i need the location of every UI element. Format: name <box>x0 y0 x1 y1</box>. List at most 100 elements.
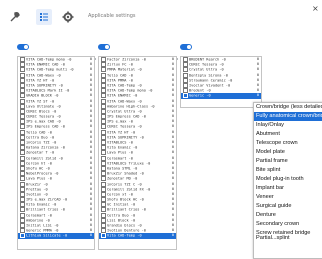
close-icon[interactable]: × <box>312 4 319 13</box>
list-item-label: Celtra Duo -0 <box>26 135 55 140</box>
list-item-label: VITA CAD-Waxx -0 <box>26 73 61 78</box>
list-item-label: Cercon xt -0 <box>107 192 133 197</box>
panel-3-more-icon[interactable] <box>254 45 266 60</box>
dropdown-option[interactable]: Model plug-in tooth <box>254 175 322 184</box>
list-item[interactable]: Vita CAD-Temp -0 0 <box>99 233 176 239</box>
list-item-label: VITA YZ ST -0 <box>26 99 55 103</box>
list-item-label: Cercon ht -0 <box>26 161 52 166</box>
list-item-label: VITABLOCS -0 <box>107 140 133 145</box>
list-item-label: CEREC Blocs -0 <box>26 109 57 114</box>
page-title: Applicable settings <box>88 13 136 19</box>
dropdown-option[interactable]: Fully anatomical crown/bridge <box>254 112 322 121</box>
list-item-label: Dentsply Sirona -0 <box>189 73 228 78</box>
list-item-label: VITA YZ HT -0 <box>26 78 55 83</box>
list-item-label: CEREC Tessera -0 <box>107 124 142 129</box>
dropdown-option[interactable]: Inlay/Onlay <box>254 121 322 130</box>
list-item-label: Generic PMMA -0 <box>26 228 59 233</box>
list-item-label: IPS e.max CAD -0 <box>26 119 61 124</box>
list-item-label: VITA PMMA -0 <box>107 78 133 83</box>
list-item-label: VITA YZ HT -0 <box>107 130 136 135</box>
list-item-label: Telio CAD -0 <box>107 73 133 78</box>
list-item-label: Zirlux FC -0 <box>107 62 133 67</box>
restoration-type-dropdown[interactable]: Crown/bridge (less detailed) Fully anatom… <box>253 102 322 259</box>
list-item-label: Cerasmart -0 <box>26 213 52 218</box>
list-item-label: Straumann Ceramic -0 <box>189 78 233 83</box>
list-item-label: IPS Empress CAD -0 <box>26 124 65 129</box>
list-item-label: VITA CAD-Waxx -0 <box>107 99 142 103</box>
material-list-3[interactable]: BREDENT Rearch -0 0 CEREC Tessera -0 0 Cryst… <box>180 56 262 108</box>
list-item-label: Factor Zirconia -0 <box>107 57 146 62</box>
checkbox[interactable] <box>183 93 188 99</box>
list-item-label: BruxZir Shaded -0 <box>107 171 144 176</box>
list-item-label: Shofu HC -0 <box>26 166 50 171</box>
list-item-label: GRADIA BLOCK -0 <box>26 93 59 98</box>
list-item-label: BruxZir -0 <box>26 182 48 186</box>
list-item-label: Brilliant Crios -0 <box>107 207 146 212</box>
dropdown-option[interactable]: Telescope crown <box>254 139 322 148</box>
list-item-label: PMMA Material -0 <box>107 67 142 72</box>
panel-2-toggle[interactable] <box>98 44 110 50</box>
list-item-label: CEREC Tessera -0 <box>189 62 224 67</box>
panel-3-toggle[interactable] <box>180 44 192 50</box>
list-item-value: 0 <box>256 93 259 98</box>
list-item-label: Lava Ultimate -0 <box>26 104 61 109</box>
list-item-label: Ivotion -0 <box>26 192 48 197</box>
list-item-label: Katana STML -0 <box>107 166 138 171</box>
dropdown-option[interactable]: Crown/bridge (less detailed) <box>254 103 322 112</box>
list-item-label: Lithium Silicate -0 <box>26 233 68 238</box>
list-item-label: Lava Plus -0 <box>26 176 52 181</box>
list-item-label: Crystal Ultra -0 <box>107 109 142 114</box>
dropdown-option[interactable]: Surgical guide <box>254 202 322 211</box>
dropdown-option[interactable]: Secondary crown <box>254 220 322 229</box>
dropdown-option[interactable]: Abutment <box>254 130 322 139</box>
dropdown-option[interactable]: Implant bar <box>254 184 322 193</box>
tools-icon[interactable] <box>7 9 23 25</box>
list-item-value: 0 <box>89 233 92 238</box>
checkbox[interactable] <box>101 233 106 239</box>
list-item-label: VITA CAD-Temp mono -0 <box>26 57 72 62</box>
list-item-label: Ambarino -0 <box>26 218 50 223</box>
checkbox[interactable] <box>20 233 25 239</box>
dropdown-option[interactable]: Partial frame <box>254 157 322 166</box>
list-item-label: Prettau -0 <box>26 187 48 192</box>
list-item-label: Ivotion Denture -0 <box>107 228 146 233</box>
list-item-label: VITA SUPRINITY -0 <box>107 135 144 140</box>
dropdown-option[interactable]: Partial...splint <box>254 234 322 243</box>
material-list-2[interactable]: Factor Zirconia -0 0 Zirlux FC -0 0 PMMA Mat… <box>98 56 177 250</box>
list-item-label: Initial LiSi -0 <box>26 223 59 228</box>
list-item-label: CEREC Tessera -0 <box>26 114 61 119</box>
list-item-label: Grandio blocs -0 <box>107 223 142 228</box>
list-item-label: Lava Plus -0 <box>107 150 133 155</box>
list-item-label: BREDENT Rearch -0 <box>189 57 226 62</box>
list-item-label: Vita CAD-Temp -0 <box>107 233 142 238</box>
list-item-label: VITABLOCS TriLuxe -0 <box>107 161 151 166</box>
dropdown-option[interactable]: Veneer <box>254 193 322 202</box>
list-item-label: VITA CAD-Temp multi -0 <box>26 67 74 72</box>
list-item-label: NobelProcera -0 <box>26 171 59 176</box>
list-item-label: GC Initial -0 <box>107 202 136 207</box>
list-settings-icon[interactable] <box>36 9 52 25</box>
list-item-value: 0 <box>171 233 174 238</box>
list-item-label: Vita Enamic -0 <box>26 202 57 207</box>
list-item-label: inCoris TZI -0 <box>26 140 57 145</box>
dropdown-option[interactable]: Bite splint <box>254 166 322 175</box>
list-item[interactable]: Lithium Silicate -0 0 <box>18 233 94 239</box>
list-item-label: Celtra Duo -0 <box>107 213 136 218</box>
list-item-label: VITA ENAMIC -0 <box>107 93 138 98</box>
list-item-label: Ceramill Zolid -0 <box>26 156 63 161</box>
list-item-label: VITA CAD-Temp mono -0 <box>107 88 153 93</box>
list-item[interactable]: Generic -0 0 <box>181 93 261 99</box>
list-item-label: Bredent -0 <box>189 88 211 93</box>
list-item-label: Telio CAD -0 <box>26 130 52 135</box>
gear-icon[interactable] <box>60 9 76 25</box>
list-item-label: Ambarino High-Class -0 <box>107 104 155 109</box>
list-item-label: Shofu Block HC -0 <box>107 197 144 202</box>
material-list-1[interactable]: VITA CAD-Temp mono -0 0 VITA ENAMIC CAD -0… <box>17 56 95 250</box>
list-item-label: Cerasmart -0 <box>107 156 133 161</box>
dropdown-option[interactable]: Model plate <box>254 148 322 157</box>
dropdown-option[interactable]: Denture <box>254 211 322 220</box>
panel-1-toggle[interactable] <box>17 44 29 50</box>
list-item-label: IPS e.max -0 <box>107 119 133 124</box>
list-item-label: inCoris TZI C -0 <box>107 182 142 186</box>
list-item-label: Katana Zirconia -0 <box>26 145 65 150</box>
